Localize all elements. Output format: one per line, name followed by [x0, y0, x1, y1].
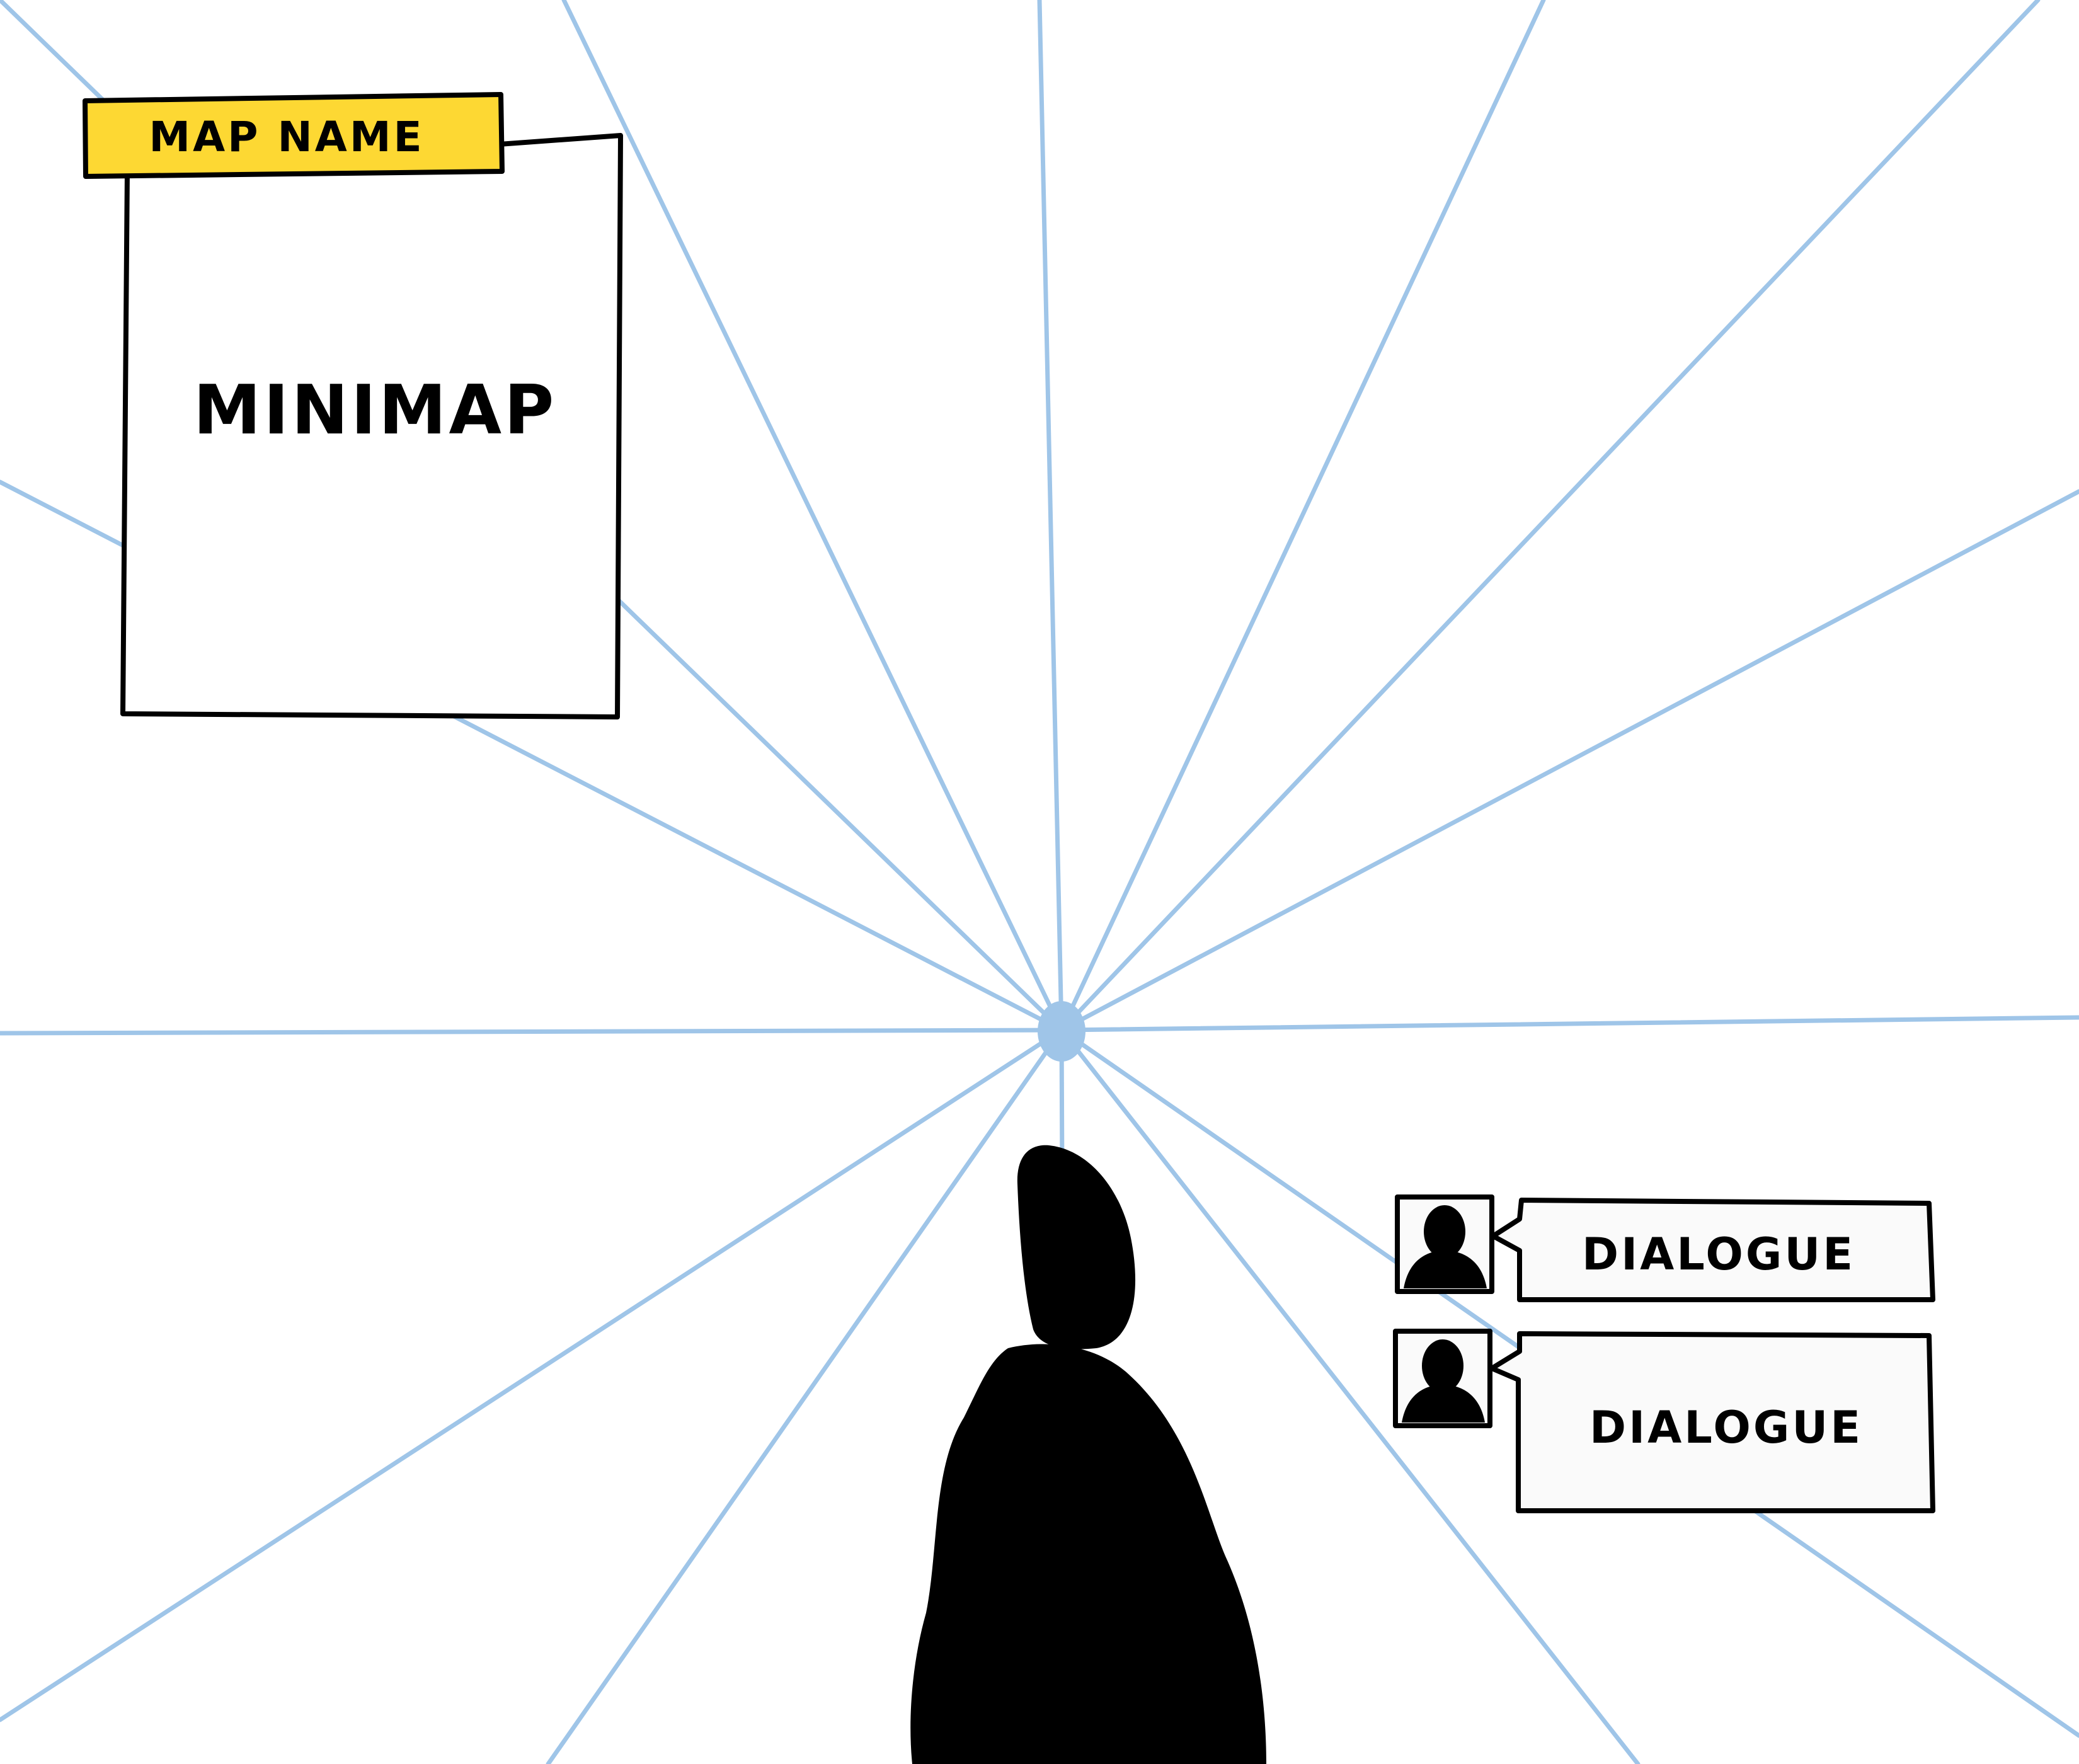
- portrait-frame: [1393, 1329, 1492, 1428]
- guide-line: [0, 1028, 1064, 1036]
- guide-line: [1037, 0, 1064, 1033]
- player-character: [910, 1145, 1266, 1764]
- guide-line: [0, 1028, 1064, 1722]
- map-name-tab: MAP NAME: [83, 92, 505, 179]
- minimap-panel[interactable]: MINIMAP: [120, 133, 623, 719]
- dialogue-text: DIALOGUE: [1582, 1228, 1855, 1280]
- map-name-label: MAP NAME: [149, 113, 424, 161]
- guide-line: [1059, 0, 1546, 1033]
- guide-line: [1059, 489, 2079, 1033]
- vanishing-point: [1038, 1001, 1085, 1062]
- guide-line: [1059, 1015, 2079, 1033]
- player-head: [1017, 1145, 1136, 1349]
- dialogue-entry[interactable]: DIALOGUE: [1393, 1329, 1935, 1513]
- portrait-frame: [1395, 1194, 1494, 1294]
- guide-line: [1059, 0, 2041, 1033]
- dialogue-text: DIALOGUE: [1589, 1402, 1863, 1453]
- speech-bubble[interactable]: DIALOGUE: [1491, 1198, 1935, 1302]
- guide-line: [561, 0, 1064, 1033]
- dialogue-entry[interactable]: DIALOGUE: [1395, 1194, 1935, 1302]
- player-body: [910, 1344, 1266, 1764]
- game-viewport: MINIMAP MAP NAME DIALOGUE DIALOGUE: [0, 0, 2079, 1764]
- speech-bubble[interactable]: DIALOGUE: [1489, 1331, 1935, 1513]
- minimap-label: MINIMAP: [193, 371, 556, 450]
